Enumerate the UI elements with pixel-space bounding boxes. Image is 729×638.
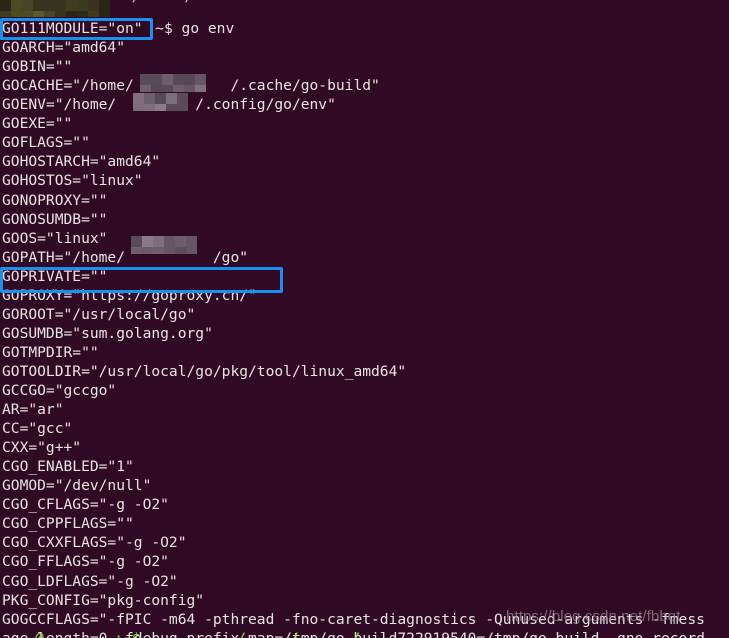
terminal-output-line: GCCGO="gccgo" xyxy=(2,382,117,399)
terminal-output-line: GOOS="linux" xyxy=(2,229,108,247)
terminal-output-line: GOSUMDB="sum.golang.org" xyxy=(2,324,213,342)
terminal-output-line: GOPRIVATE="" xyxy=(2,267,108,285)
censored-block-gopath-username xyxy=(131,236,197,254)
prompt-spacer xyxy=(173,20,182,37)
censored-block-prompt-username xyxy=(0,0,118,17)
watermark-text: https://blog.csdn.net/fbbqt xyxy=(506,608,681,625)
terminal-output-line: GOFLAGS="" xyxy=(2,134,90,152)
terminal-output-line: PKG_CONFIG="pkg-config" xyxy=(2,591,205,609)
terminal-output-line: CGO_ENABLED="1" xyxy=(2,458,134,476)
terminal-output-line: CXX="g++" xyxy=(2,439,82,457)
terminal-output-line: GOEXE="" xyxy=(2,115,73,133)
terminal-output-line: CGO_CFLAGS="-g -O2" xyxy=(2,496,169,514)
terminal-output-line: CGO_FFLAGS="-g -O2" xyxy=(2,553,169,571)
terminal-output-line: AR="ar" xyxy=(2,401,64,419)
terminal-output-line: GONOSUMDB="" xyxy=(2,210,108,228)
terminal-output-line: GOARCH="amd64" xyxy=(2,39,126,57)
terminal-output-line: CGO_CXXFLAGS="-g -O2" xyxy=(2,534,187,552)
terminal-output-line: GO111MODULE="on" xyxy=(2,20,143,38)
terminal-output-line: GOTMPDIR="" xyxy=(2,343,99,361)
terminal-output-line: GOTOOLDIR="/usr/local/go/pkg/tool/linux_… xyxy=(2,362,407,380)
terminal-output-line: CGO_CPPFLAGS="" xyxy=(2,515,134,533)
censored-block-gocache-username xyxy=(140,74,212,92)
terminal-output-line: GOBIN="" xyxy=(2,58,73,76)
censored-block-goenv-username xyxy=(133,93,197,111)
shell-prompt-line-bottom: @ :~$ - / / ./ . xyxy=(0,629,413,638)
terminal-output-line: GOPATH="/home/ /go" xyxy=(2,248,249,266)
terminal-output-line: CGO_LDFLAGS="-g -O2" xyxy=(2,572,178,590)
terminal-output-line: GOHOSTOS="linux" xyxy=(2,172,143,190)
terminal-output-line: GOHOSTARCH="amd64" xyxy=(2,153,161,171)
terminal-output-line: GOROOT="/usr/local/go" xyxy=(2,305,196,323)
terminal-window[interactable]: - / / / / ~$ go env GO111MODULE="on"GOAR… xyxy=(0,0,729,638)
prompt-path: ~$ xyxy=(155,20,173,38)
terminal-output-line: CC="gcc" xyxy=(2,420,73,438)
terminal-output-line: GONOPROXY="" xyxy=(2,191,108,209)
terminal-output-line: GOMOD="/dev/null" xyxy=(2,477,152,495)
command-text: go env xyxy=(181,20,235,38)
terminal-output-line: GOPROXY="https://goproxy.cn/" xyxy=(2,286,257,304)
